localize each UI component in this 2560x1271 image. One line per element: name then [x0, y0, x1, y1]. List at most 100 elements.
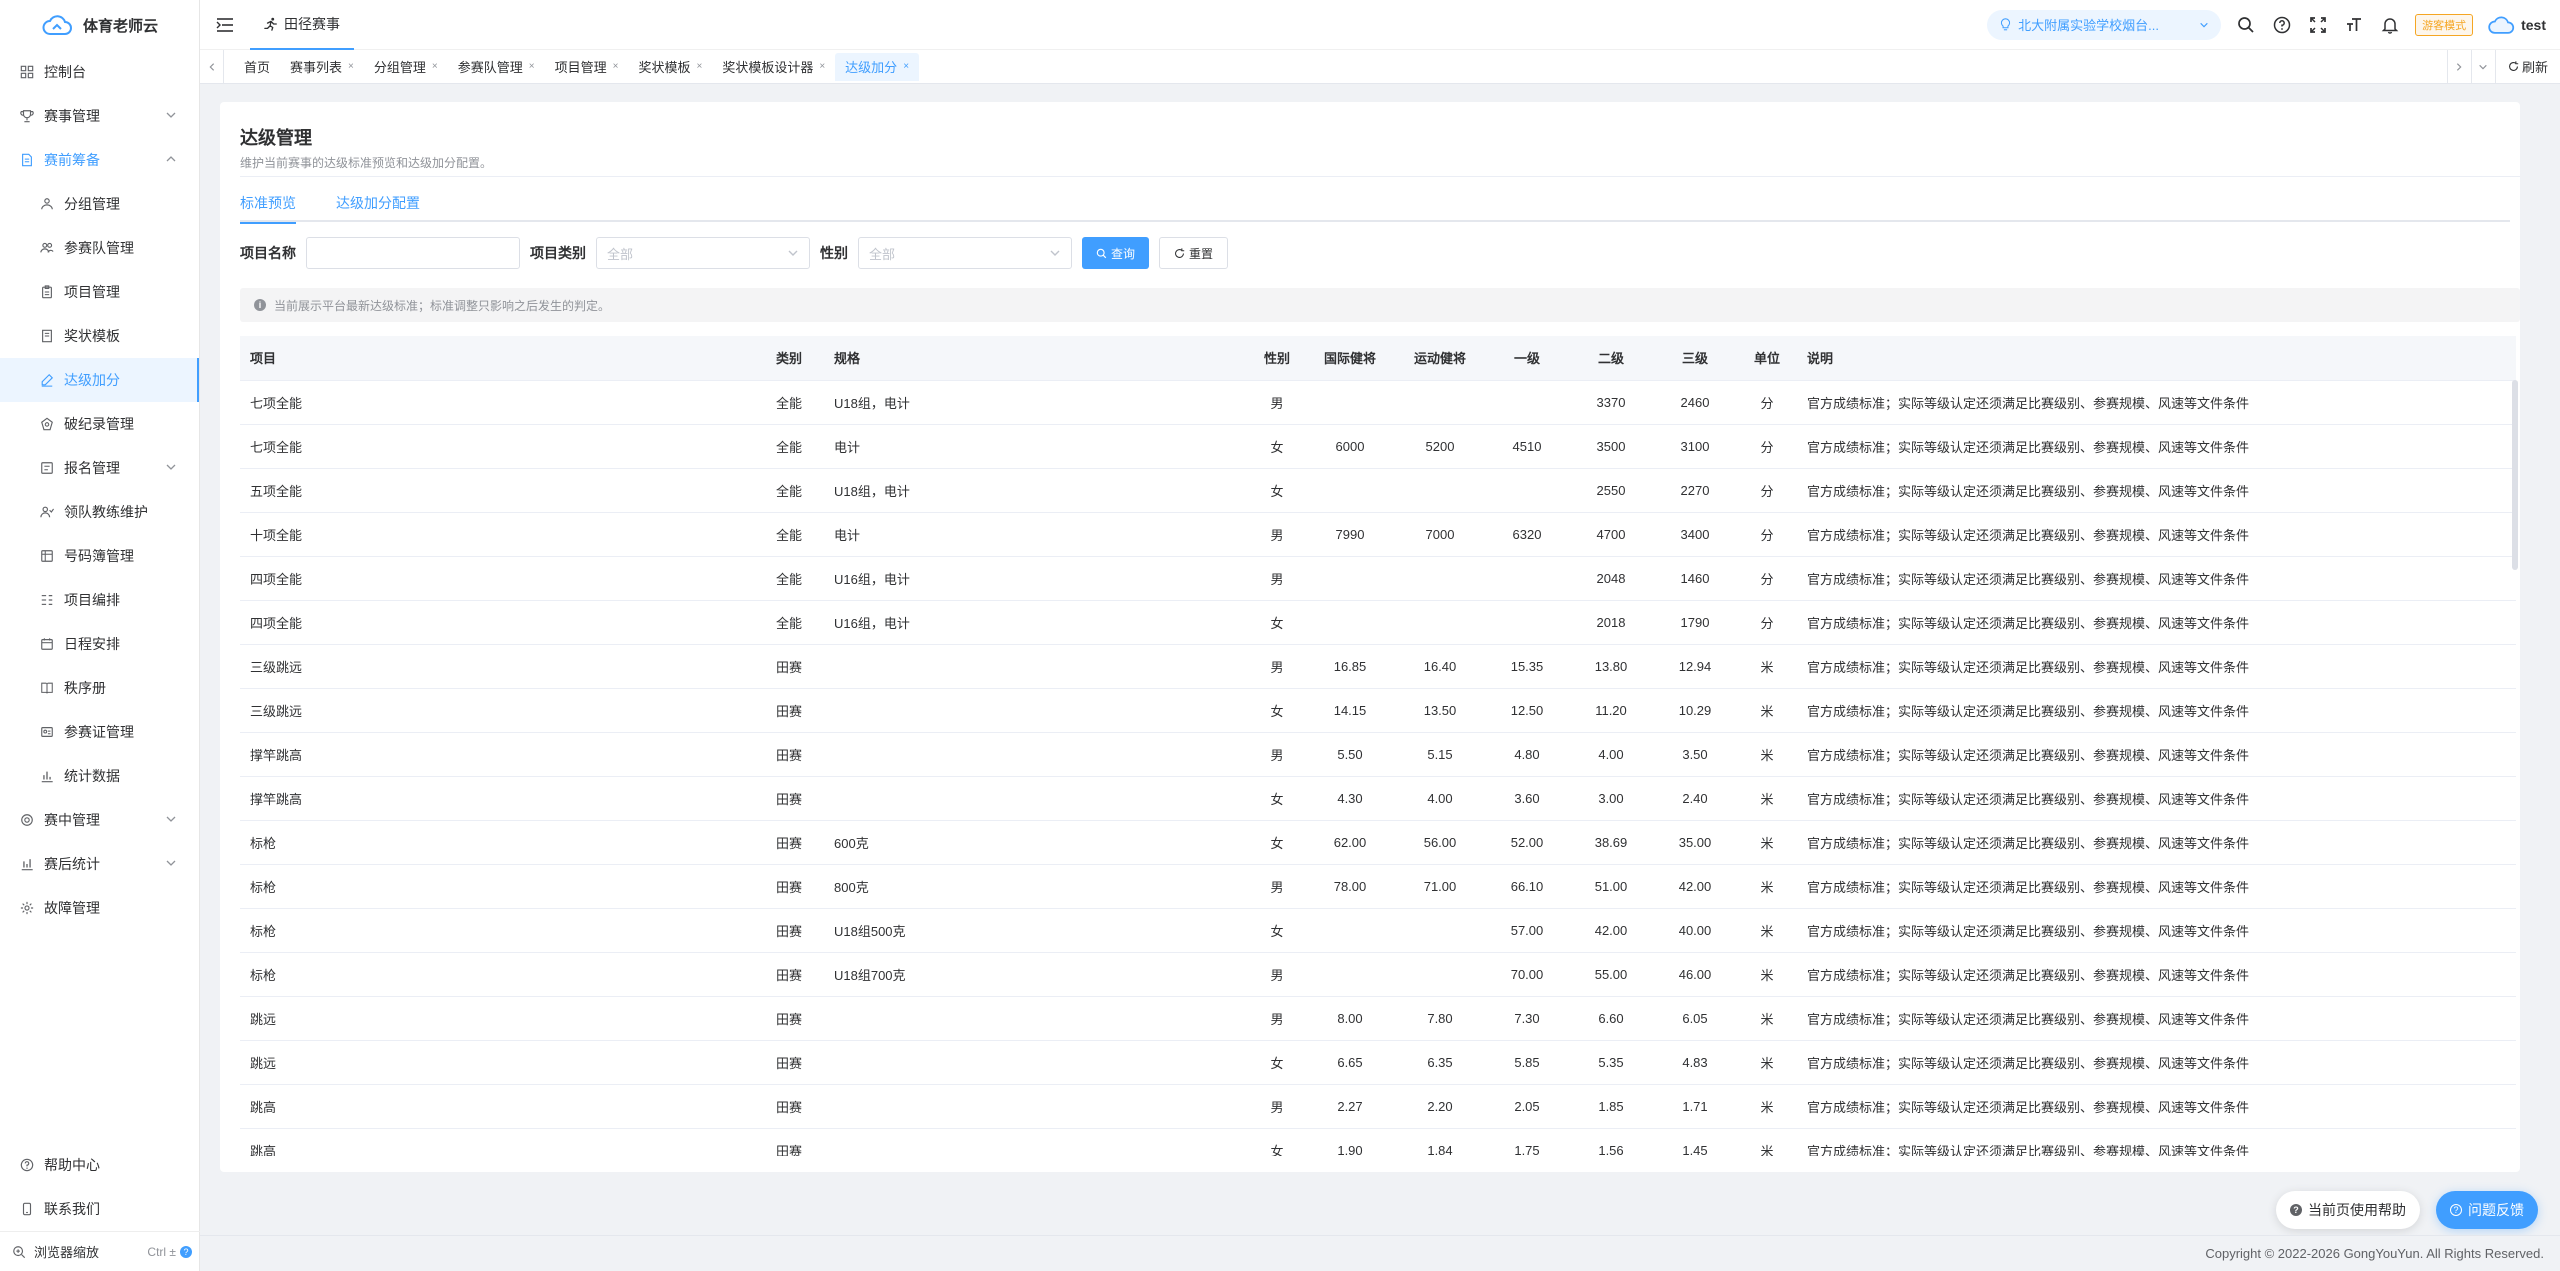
- sidebar-item-label: 项目管理: [64, 284, 120, 300]
- sidebar-item-8[interactable]: 破纪录管理: [0, 402, 199, 446]
- app-module-label: 田径赛事: [284, 15, 340, 32]
- table-cell: 7000: [1395, 512, 1485, 557]
- table-cell: 2018: [1569, 600, 1653, 645]
- tab-tag-3[interactable]: 参赛队管理 ×: [448, 53, 545, 81]
- search-icon[interactable]: [2235, 14, 2257, 36]
- tab-tag-label: 分组管理: [373, 60, 426, 75]
- table-cell: 男: [1249, 512, 1305, 557]
- close-icon[interactable]: ×: [432, 61, 438, 72]
- tab-tag-4[interactable]: 项目管理 ×: [545, 53, 629, 81]
- close-icon[interactable]: ×: [903, 61, 909, 72]
- help-center-link[interactable]: 帮助中心: [0, 1143, 200, 1187]
- reset-button[interactable]: 重置: [1159, 237, 1229, 269]
- contact-us-link[interactable]: 联系我们: [0, 1187, 200, 1231]
- table-cell: [824, 996, 1249, 1041]
- table-cell: 田赛: [766, 1040, 824, 1085]
- table-cell: 男: [1249, 864, 1305, 909]
- sidebar-item-4[interactable]: 参赛队管理: [0, 226, 199, 270]
- tab-tag-0[interactable]: 首页: [234, 53, 280, 81]
- app-logo[interactable]: 体育老师云: [0, 0, 199, 50]
- school-select[interactable]: 北大附属实验学校烟台...: [1987, 9, 2222, 40]
- sidebar-item-16[interactable]: 统计数据: [0, 754, 199, 798]
- sidebar-item-6[interactable]: 奖状模板: [0, 314, 199, 358]
- gender-filter-select[interactable]: 全部: [858, 237, 1072, 269]
- sidebar-item-17[interactable]: 赛中管理: [0, 798, 199, 842]
- sidebar-item-11[interactable]: 号码簿管理: [0, 534, 199, 578]
- feedback-button[interactable]: ? 问题反馈: [2436, 1191, 2538, 1229]
- font-size-icon[interactable]: [2343, 14, 2365, 36]
- sidebar-item-15[interactable]: 参赛证管理: [0, 710, 199, 754]
- table-cell: 3370: [1569, 380, 1653, 425]
- sidebar-item-5[interactable]: 项目管理: [0, 270, 199, 314]
- close-icon[interactable]: ×: [348, 61, 354, 72]
- sidebar-item-label: 赛后统计: [44, 856, 100, 872]
- table-cell: 女: [1249, 1040, 1305, 1085]
- tags-scroll-left-button[interactable]: [200, 49, 224, 84]
- table-cell: 5.50: [1305, 732, 1395, 777]
- sidebar-item-0[interactable]: 控制台: [0, 50, 199, 94]
- sidebar-item-19[interactable]: 故障管理: [0, 886, 199, 930]
- schedule-list-icon: [38, 593, 56, 607]
- tab-tag-1[interactable]: 赛事列表 ×: [280, 53, 364, 81]
- table-cell: [1395, 952, 1485, 997]
- table-cell: 13.80: [1569, 644, 1653, 689]
- tab-standard-preview[interactable]: 标准预览: [240, 186, 296, 224]
- menu-toggle-button[interactable]: [200, 0, 250, 50]
- table-cell: 6.05: [1653, 996, 1737, 1041]
- page-help-button[interactable]: ? 当前页使用帮助: [2276, 1191, 2420, 1229]
- sidebar-item-label: 参赛证管理: [64, 724, 134, 740]
- table-cell: 米: [1737, 1128, 1797, 1156]
- category-filter-select[interactable]: 全部: [596, 237, 810, 269]
- sidebar-item-1[interactable]: 赛事管理: [0, 94, 199, 138]
- tags-list: 首页 赛事列表 × 分组管理 × 参赛队管理 × 项目管理 × 奖状模板 × 奖状模板设计器 × 达级加分…: [224, 50, 2447, 84]
- tab-tag-5[interactable]: 奖状模板 ×: [628, 53, 712, 81]
- sidebar-item-label: 赛事管理: [44, 108, 100, 124]
- app-module-tab[interactable]: 田径赛事: [250, 0, 354, 50]
- table-cell: 3.60: [1485, 776, 1569, 821]
- user-menu[interactable]: test: [2487, 15, 2546, 35]
- tab-tag-2[interactable]: 分组管理 ×: [364, 53, 448, 81]
- table-cell: 1.71: [1653, 1084, 1737, 1129]
- tab-tag-6[interactable]: 奖状模板设计器 ×: [712, 53, 835, 81]
- close-icon[interactable]: ×: [529, 61, 535, 72]
- table-row: 跳高 田赛 男 2.27 2.20 2.05 1.85 1.71 米官方成绩标准；实际等级认定还…: [240, 1084, 2516, 1129]
- tab-tag-7[interactable]: 达级加分 ×: [835, 52, 920, 81]
- search-button[interactable]: 查询: [1082, 237, 1150, 269]
- table-row: 五项全能 全能 U18组，电计女 2550 2270 分官方成绩标准；实际等级认定还须满足…: [240, 468, 2516, 513]
- tab-bonus-config[interactable]: 达级加分配置: [336, 186, 420, 222]
- table-cell: 三级跳远: [240, 688, 766, 733]
- table-cell: 7.80: [1395, 996, 1485, 1041]
- sidebar-item-9[interactable]: 报名管理: [0, 446, 199, 490]
- sidebar-item-3[interactable]: 分组管理: [0, 182, 199, 226]
- sidebar-item-7[interactable]: 达级加分: [0, 358, 199, 402]
- name-filter-input[interactable]: [306, 237, 520, 269]
- table-cell: 40.00: [1653, 908, 1737, 953]
- sidebar-item-label: 统计数据: [64, 768, 120, 784]
- bell-icon[interactable]: [2379, 14, 2401, 36]
- table-scrollbar[interactable]: [2512, 380, 2518, 570]
- sidebar-item-2[interactable]: 赛前筹备: [0, 138, 199, 182]
- close-icon[interactable]: ×: [613, 61, 619, 72]
- close-icon[interactable]: ×: [819, 61, 825, 72]
- sidebar-item-13[interactable]: 日程安排: [0, 622, 199, 666]
- question-icon[interactable]: ?: [180, 1245, 192, 1258]
- sidebar-item-12[interactable]: 项目编排: [0, 578, 199, 622]
- sidebar-item-18[interactable]: 赛后统计: [0, 842, 199, 886]
- table-cell: 田赛: [766, 776, 824, 821]
- table-cell: 1790: [1653, 600, 1737, 645]
- table-cell: 官方成绩标准；实际等级认定还须满足比赛级别、参赛规模、风速等文件条件: [1797, 1128, 2516, 1156]
- refresh-button[interactable]: 刷新: [2494, 49, 2560, 84]
- sidebar-item-14[interactable]: 秩序册: [0, 666, 199, 710]
- help-icon[interactable]: [2271, 14, 2293, 36]
- table-cell: [1485, 600, 1569, 645]
- table-cell: 4700: [1569, 512, 1653, 557]
- table-cell: 3500: [1569, 424, 1653, 469]
- column-header: 类别: [766, 336, 824, 381]
- tags-menu-button[interactable]: [2470, 49, 2495, 84]
- fullscreen-icon[interactable]: [2307, 14, 2329, 36]
- tags-scroll-right-button[interactable]: [2446, 49, 2471, 84]
- table-cell: 4.00: [1569, 732, 1653, 777]
- sidebar-item-10[interactable]: 领队教练维护: [0, 490, 199, 534]
- close-icon[interactable]: ×: [696, 61, 702, 72]
- browser-zoom-row[interactable]: 浏览器缩放 Ctrl ±?: [0, 1231, 200, 1271]
